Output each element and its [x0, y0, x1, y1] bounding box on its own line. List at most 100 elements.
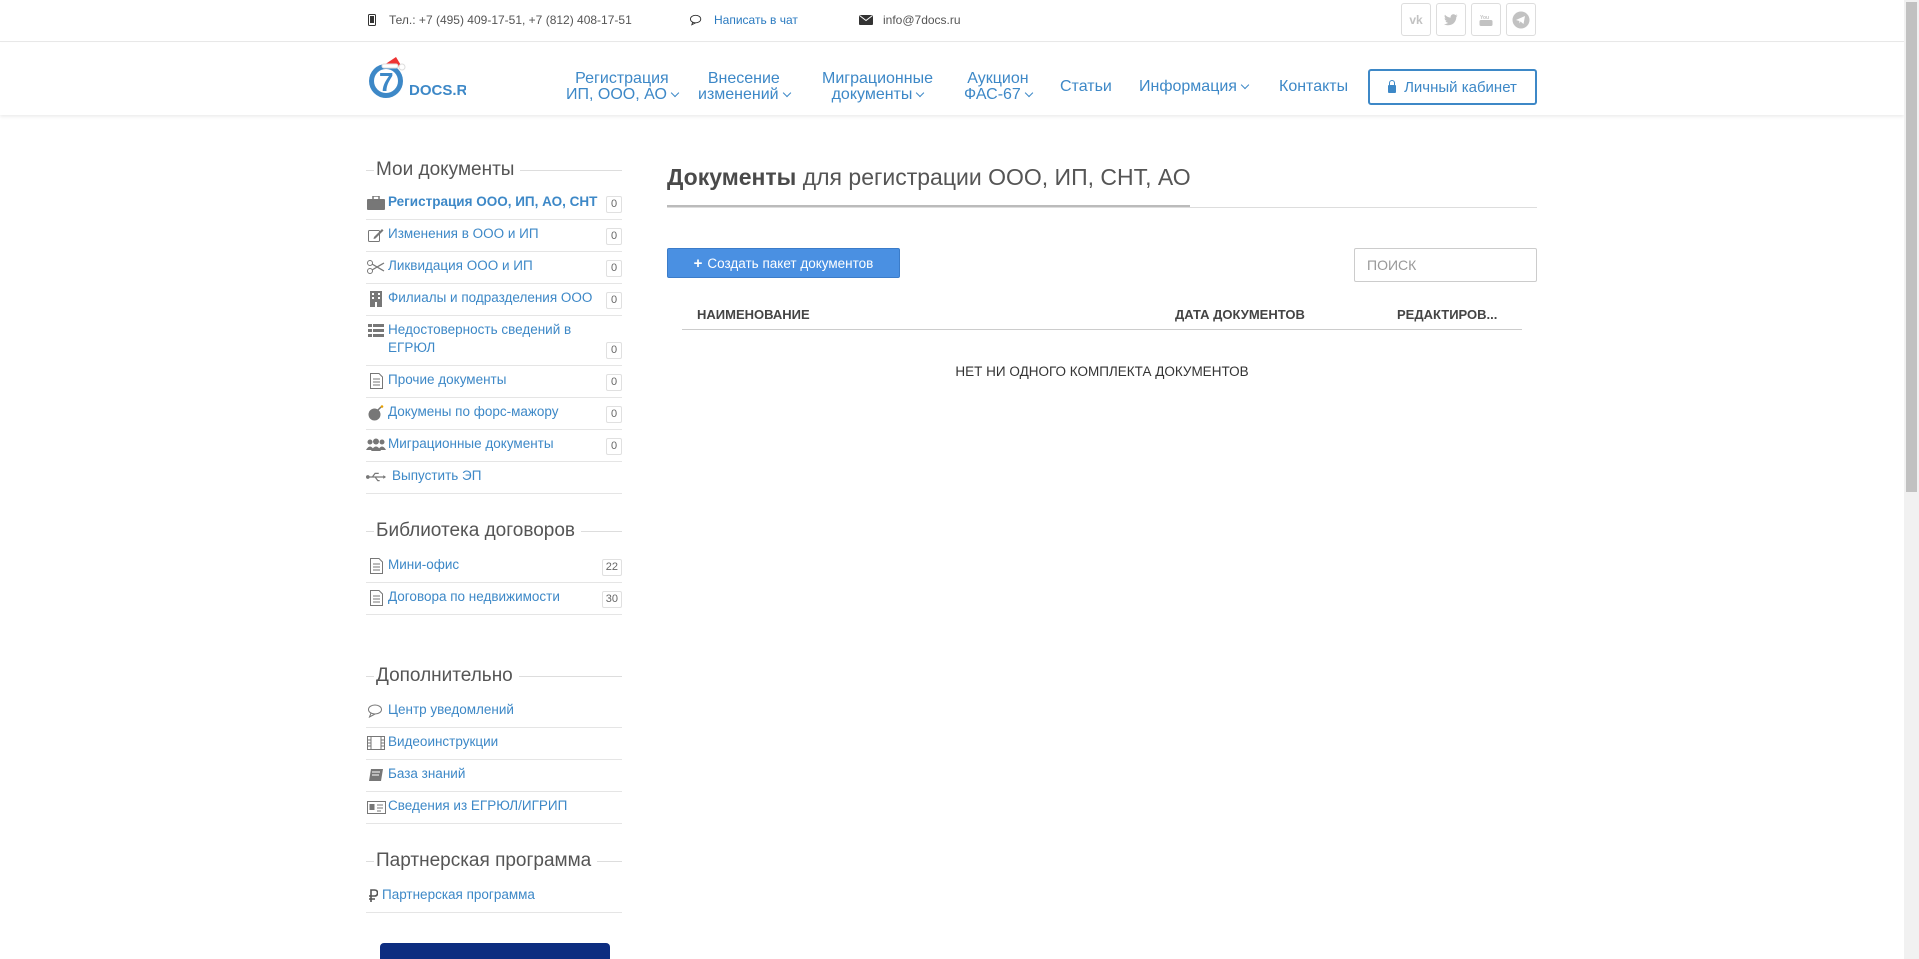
nav-auction-line2: ФАС-67 — [964, 86, 1021, 103]
ruble-icon — [366, 888, 380, 904]
phone-info: Тел.: +7 (495) 409-17-51, +7 (812) 408-1… — [365, 13, 632, 27]
column-header-edit[interactable]: РЕДАКТИРОВ... — [1397, 307, 1497, 322]
sidebar-item-label: Миграционные документы — [388, 436, 554, 451]
count-badge: 0 — [606, 228, 622, 245]
sidebar-item-label: Мини-офис — [388, 557, 460, 572]
twitter-icon[interactable] — [1436, 3, 1466, 36]
phone-text: Тел.: +7 (495) 409-17-51, +7 (812) 408-1… — [389, 13, 632, 27]
email-text: info@7docs.ru — [883, 13, 961, 27]
nav-registration-line2: ИП, ООО, АО — [566, 86, 667, 103]
sidebar-item-force-majeure[interactable]: Докумены по форс-мажору 0 — [366, 403, 622, 430]
count-badge: 30 — [601, 591, 622, 608]
sidebar-item-knowledge-base[interactable]: База знаний — [366, 765, 622, 792]
sidebar-item-partner[interactable]: Партнерская программа — [366, 886, 622, 913]
lock-icon — [1388, 80, 1397, 93]
chat-icon — [690, 13, 704, 27]
sidebar-item-label: Выпустить ЭП — [392, 468, 482, 483]
column-header-date[interactable]: ДАТА ДОКУМЕНТОВ — [1175, 307, 1305, 322]
nav-contacts[interactable]: Контакты — [1279, 79, 1348, 95]
sidebar-item-label: Партнерская программа — [382, 887, 535, 902]
usb-icon — [366, 469, 386, 485]
sidebar-item-liquidation[interactable]: Ликвидация ООО и ИП 0 — [366, 257, 622, 284]
title-divider — [667, 207, 1537, 208]
search-input[interactable] — [1354, 248, 1537, 282]
document-icon — [366, 373, 386, 389]
cabinet-label: Личный кабинет — [1404, 78, 1517, 96]
comments-icon — [366, 703, 386, 719]
partner-title: Партнерская программа — [366, 849, 622, 873]
count-badge: 0 — [606, 438, 622, 455]
sidebar-item-unreliability[interactable]: Недостоверность сведений в ЕГРЮЛ 0 — [366, 321, 622, 366]
scissors-icon — [366, 259, 386, 275]
bomb-icon — [366, 405, 386, 421]
telegram-icon[interactable] — [1506, 3, 1536, 36]
email-info: info@7docs.ru — [859, 13, 961, 27]
youtube-icon[interactable]: You — [1471, 3, 1501, 36]
sidebar-item-egrul[interactable]: Сведения из ЕГРЮЛ/ИГРИП — [366, 797, 622, 824]
vk-icon[interactable]: vk — [1401, 3, 1431, 36]
create-package-label: Создать пакет документов — [707, 255, 874, 271]
count-badge: 0 — [606, 260, 622, 277]
nav-migration[interactable]: Миграционные документы — [822, 71, 933, 103]
plus-icon: + — [693, 254, 703, 272]
chevron-down-icon — [1240, 80, 1250, 90]
sidebar-item-notifications[interactable]: Центр уведомлений — [366, 701, 622, 728]
nav-auction-line1: Аукцион — [967, 70, 1029, 87]
count-badge: 0 — [606, 406, 622, 423]
chevron-down-icon — [916, 88, 925, 98]
library-title: Библиотека договоров — [366, 519, 622, 543]
nav-registration[interactable]: Регистрация ИП, ООО, АО — [566, 70, 680, 103]
nav-changes-line1: Внесение — [707, 70, 780, 87]
count-badge: 0 — [606, 292, 622, 309]
site-logo[interactable]: 7 DOCS.RU — [366, 53, 478, 105]
id-card-icon — [366, 799, 386, 815]
envelope-icon — [859, 13, 873, 27]
social-links: vk You — [1401, 3, 1536, 36]
sidebar-item-mini-office[interactable]: Мини-офис 22 — [366, 556, 622, 583]
main-header: 7 DOCS.RU Регистрация ИП, ООО, АО Внесен… — [0, 43, 1904, 115]
sidebar-item-label: Прочие документы — [388, 372, 507, 387]
chat-link[interactable]: Написать в чат — [690, 13, 798, 27]
sidebar-item-label: Сведения из ЕГРЮЛ/ИГРИП — [388, 798, 568, 813]
svg-text:7: 7 — [379, 67, 393, 97]
personal-cabinet-button[interactable]: Личный кабинет — [1368, 69, 1537, 105]
table-header-divider — [682, 329, 1522, 330]
building-icon — [366, 291, 386, 307]
sidebar-item-other-docs[interactable]: Прочие документы 0 — [366, 371, 622, 398]
nav-auction[interactable]: Аукцион ФАС-67 — [964, 70, 1034, 103]
count-badge: 0 — [606, 342, 622, 359]
column-header-name[interactable]: НАИМЕНОВАНИЕ — [697, 307, 810, 322]
sidebar-item-changes[interactable]: Изменения в ООО и ИП 0 — [366, 225, 622, 252]
nav-changes[interactable]: Внесение изменений — [698, 70, 791, 103]
empty-state-message: НЕТ НИ ОДНОГО КОМПЛЕКТА ДОКУМЕНТОВ — [955, 364, 1249, 379]
sidebar-item-label: Видеоинструкции — [388, 734, 499, 749]
count-badge: 0 — [606, 374, 622, 391]
edit-icon — [366, 227, 386, 243]
sidebar-item-migration-docs[interactable]: Миграционные документы 0 — [366, 435, 622, 462]
nav-registration-line1: Регистрация — [575, 70, 669, 87]
chevron-down-icon — [670, 88, 680, 98]
nav-articles-label: Статьи — [1060, 78, 1112, 95]
top-bar: Тел.: +7 (495) 409-17-51, +7 (812) 408-1… — [0, 0, 1904, 42]
document-icon — [366, 590, 386, 606]
nav-articles[interactable]: Статьи — [1060, 79, 1112, 95]
sidebar-item-label: Центр уведомлений — [388, 702, 514, 717]
sidebar-item-label: Договора по недвижимости — [388, 589, 560, 604]
count-badge: 0 — [606, 196, 622, 213]
sidebar-item-real-estate[interactable]: Договора по недвижимости 30 — [366, 588, 622, 615]
sidebar-item-label: Докумены по форс-мажору — [388, 404, 559, 419]
chat-label: Написать в чат — [714, 13, 798, 27]
briefcase-icon — [366, 195, 386, 211]
page-title-bold: Документы — [667, 164, 797, 190]
sidebar-item-registration[interactable]: Регистрация ООО, ИП, АО, СНТ 0 — [366, 193, 622, 220]
create-package-button[interactable]: + Создать пакет документов — [667, 248, 900, 278]
sidebar-item-video[interactable]: Видеоинструкции — [366, 733, 622, 760]
list-icon — [366, 323, 386, 339]
sidebar-item-branches[interactable]: Филиалы и подразделения ООО 0 — [366, 289, 622, 316]
sidebar-item-label: Филиалы и подразделения ООО — [388, 290, 593, 305]
nav-information[interactable]: Информация — [1139, 79, 1250, 95]
sidebar-item-issue-signature[interactable]: Выпустить ЭП — [366, 467, 622, 494]
sidebar-cta-button[interactable] — [380, 943, 610, 959]
count-badge: 22 — [601, 559, 622, 576]
scrollbar-thumb[interactable] — [1906, 2, 1917, 492]
